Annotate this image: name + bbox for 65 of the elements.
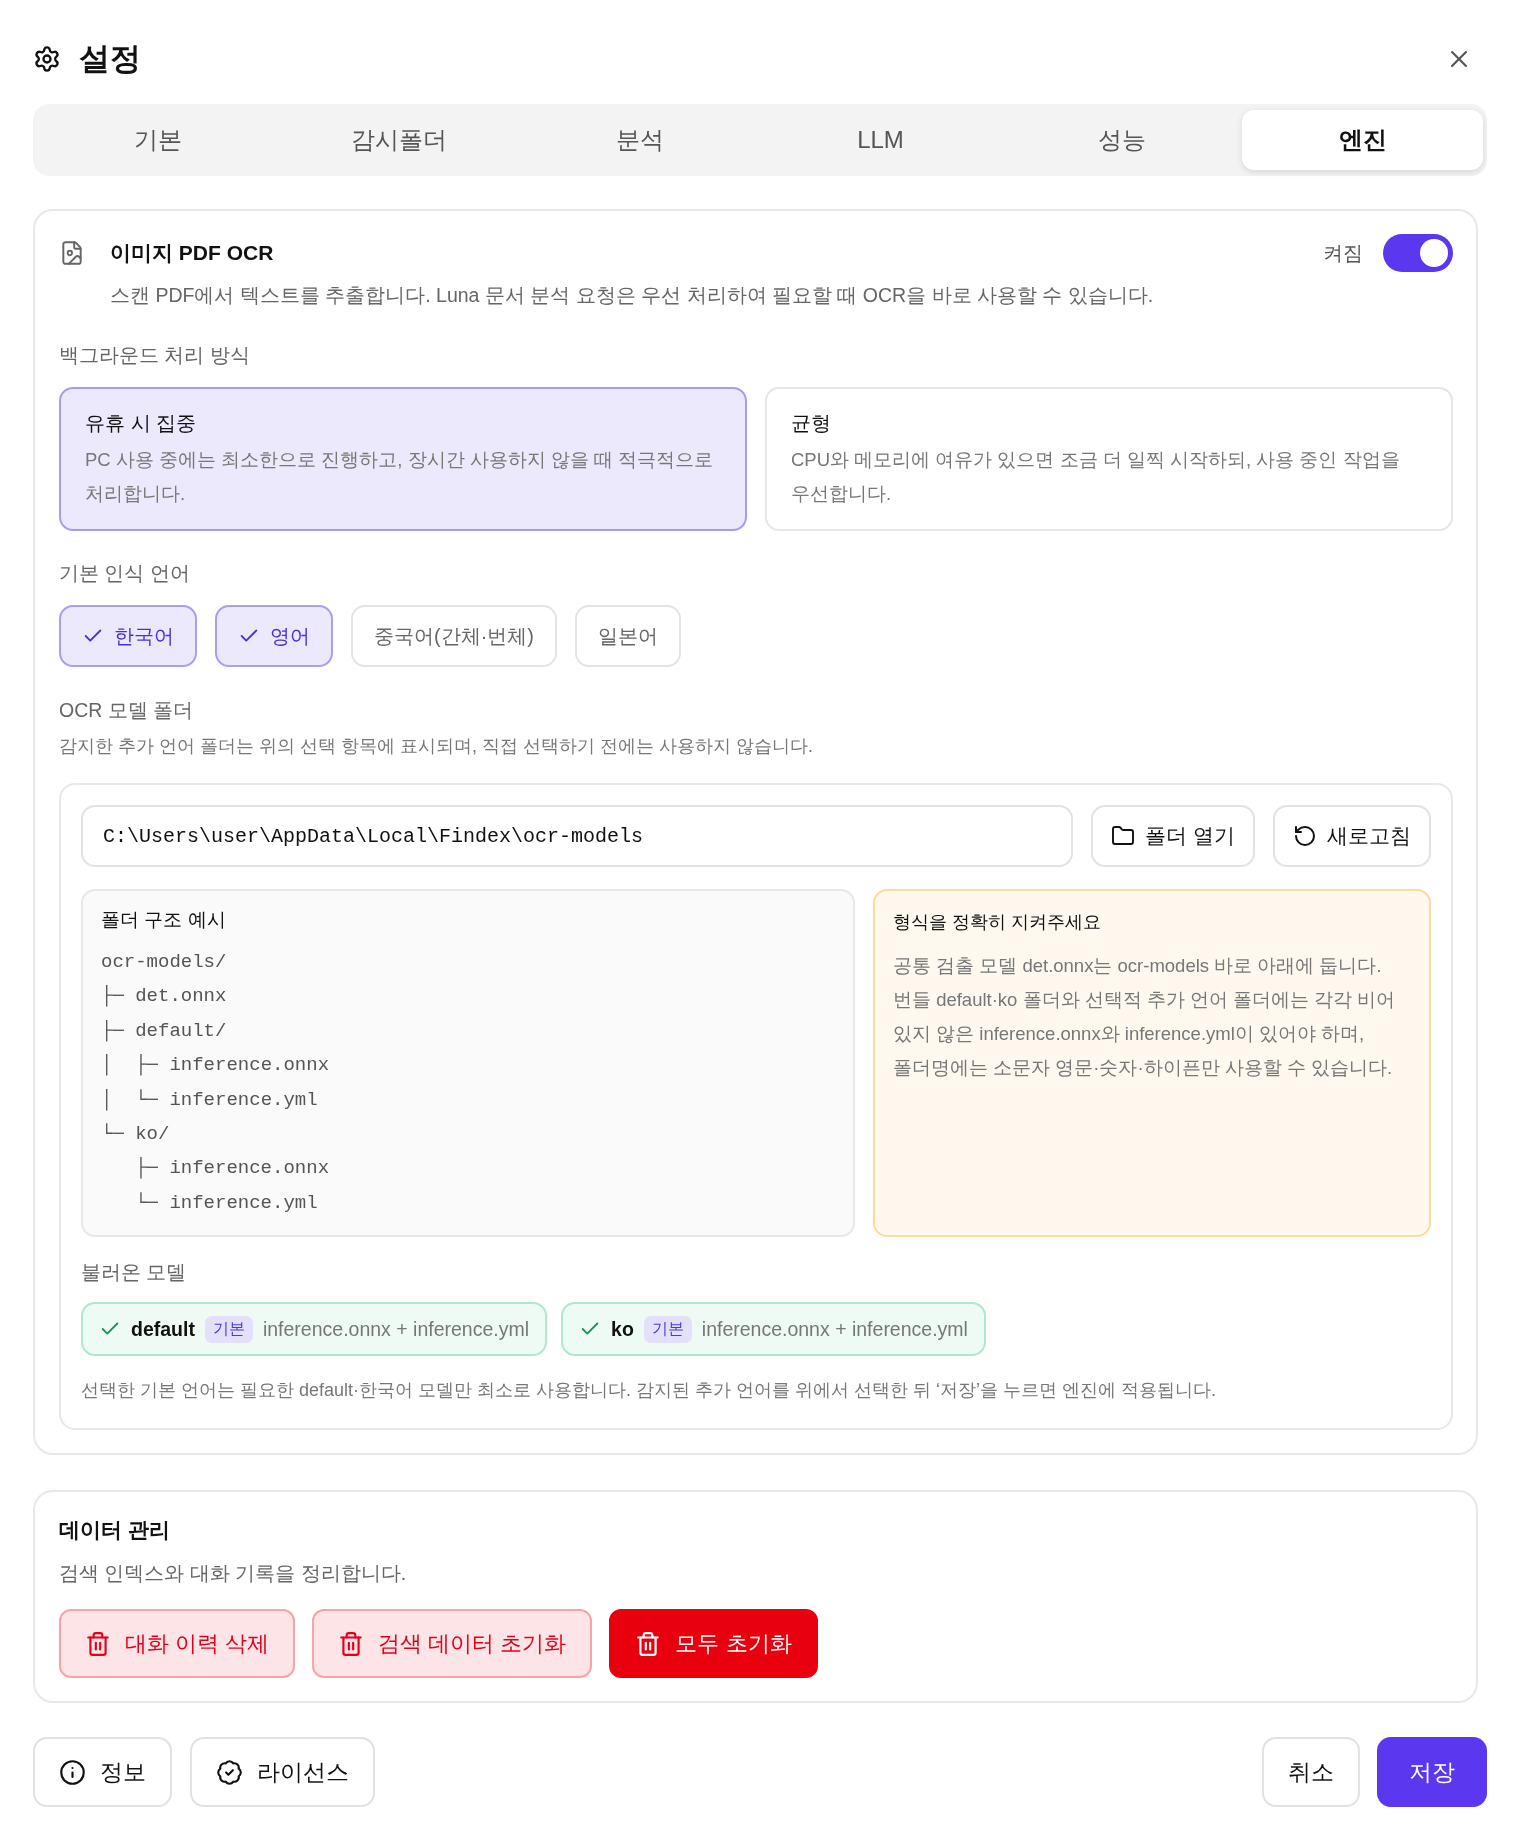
tab[interactable]: LLM [760, 110, 1001, 170]
section-title: 데이터 관리 [59, 1517, 170, 1543]
tab[interactable]: 엔진 [1242, 110, 1483, 170]
info-button[interactable]: 정보 [33, 1737, 172, 1807]
tree-item: └─ inference.yml [135, 1190, 318, 1216]
model-badge: 기본 [643, 1315, 692, 1343]
delete-button[interactable]: 모두 초기화 [609, 1609, 818, 1678]
tab[interactable]: 감시폴더 [278, 110, 519, 170]
tree-item: │ └─ inference.yml [101, 1087, 318, 1113]
license-button[interactable]: 라이선스 [190, 1737, 375, 1807]
folder-icon [1111, 824, 1136, 848]
path-field[interactable]: C:\Users\user\AppData\Local\Findex\ocr-models [81, 805, 1074, 867]
tree-item: ocr-models/ [101, 950, 227, 975]
refresh-icon [1293, 824, 1317, 848]
section-description: 스캔 PDF에서 텍스트를 추출합니다. Luna 문서 분석 요청은 우선 처리하여 필요할 때 OCR을 바로 사용할 수 있습니다. [110, 283, 1154, 308]
field-label: 백그라운드 처리 방식 [59, 343, 250, 368]
footnote: 선택한 기본 언어는 필요한 default·한국어 모델만 최소로 사용합니다. 감지된 추가 언어를 위에서 선택한 뒤 ‘저장’을 누르면 엔진에 적용됩니다. [81, 1379, 1217, 1402]
option-title: 균형 [791, 411, 831, 436]
mode-option-card[interactable]: 유휴 시 집중 PC 사용 중에는 최소한으로 진행하고, 장시간 사용하지 않을 때 적극적으로 처리합니다. [59, 387, 747, 531]
language-chip[interactable]: 일본어 [575, 605, 681, 667]
field-label: 불러온 모델 [81, 1260, 187, 1285]
dialog-title: 설정 [79, 40, 141, 78]
tab[interactable]: 성능 [1001, 110, 1242, 170]
notice-title: 형식을 정확히 지켜주세요 [893, 911, 1101, 934]
trash-icon [85, 1630, 111, 1657]
section-description: 검색 인덱스와 대화 기록을 정리합니다. [59, 1561, 407, 1586]
trash-icon [635, 1630, 662, 1657]
tree-item: │ ├─ inference.onnx [101, 1053, 330, 1079]
open-folder-button[interactable]: 폴더 열기 [1091, 805, 1255, 867]
toggle-label: 켜짐 [1323, 240, 1363, 266]
language-chip[interactable]: 한국어 [59, 605, 197, 667]
model-name: ko [611, 1317, 634, 1341]
cancel-button[interactable]: 취소 [1262, 1737, 1360, 1807]
delete-button[interactable]: 검색 데이터 초기화 [312, 1609, 593, 1678]
model-files: inference.onnx + inference.yml [262, 1317, 530, 1341]
tree-item: ├─ inference.onnx [135, 1156, 330, 1182]
refresh-button[interactable]: 새로고침 [1273, 805, 1431, 867]
notice-text: 공통 검출 모델 det.onnx는 ocr-models 바로 아래에 둡니다. 번들 default·ko 폴더와 선택적 추가 언어 폴더에는 각각 비어 있지 않은 inference.onnx와 inference.yml이 있어야 하며, 폴더명에는 소문자 영문·숫자·하이픈만 사용할 수 있습니다. [893, 954, 1397, 1080]
model-name: default [131, 1317, 195, 1341]
trash-icon [338, 1630, 365, 1657]
option-title: 유휴 시 집중 [85, 411, 197, 436]
image-file-icon [59, 240, 85, 266]
language-chip[interactable]: 중국어(간체·번체) [351, 605, 557, 667]
tab[interactable]: 분석 [519, 110, 760, 170]
section-title: 이미지 PDF OCR [110, 240, 274, 266]
model-badge: 기본 [204, 1315, 253, 1343]
language-chip[interactable]: 영어 [215, 605, 333, 667]
info-icon [59, 1758, 86, 1786]
badge-check-icon [216, 1758, 243, 1786]
option-description: PC 사용 중에는 최소한으로 진행하고, 장시간 사용하지 않을 때 적극적으로 처리합니다. [85, 448, 715, 506]
toggle-switch[interactable] [1383, 234, 1453, 272]
delete-button[interactable]: 대화 이력 삭제 [59, 1609, 296, 1678]
box-title: 폴더 구조 예시 [101, 908, 226, 932]
option-description: CPU와 메모리에 여유가 있으면 조금 더 일찍 시작하되, 사용 중인 작업을 우선합니다. [791, 448, 1401, 506]
settings-icon [33, 45, 61, 73]
mode-option-card[interactable]: 균형 CPU와 메모리에 여유가 있으면 조금 더 일찍 시작하되, 사용 중인 작업을 우선합니다. [765, 387, 1453, 531]
tree-item: ├─ default/ [101, 1018, 227, 1044]
field-label: 기본 인식 언어 [59, 561, 190, 586]
save-button[interactable]: 저장 [1377, 1737, 1487, 1807]
tree-item: └─ ko/ [101, 1122, 170, 1148]
tree-item: ├─ det.onnx [101, 984, 227, 1010]
field-description: 감지한 추가 언어 폴더는 위의 선택 항목에 표시되며, 직접 선택하기 전에는 사용하지 않습니다. [59, 735, 813, 758]
model-files: inference.onnx + inference.yml [701, 1317, 968, 1341]
field-label: OCR 모델 폴더 [59, 698, 194, 723]
tab[interactable]: 기본 [37, 110, 278, 170]
